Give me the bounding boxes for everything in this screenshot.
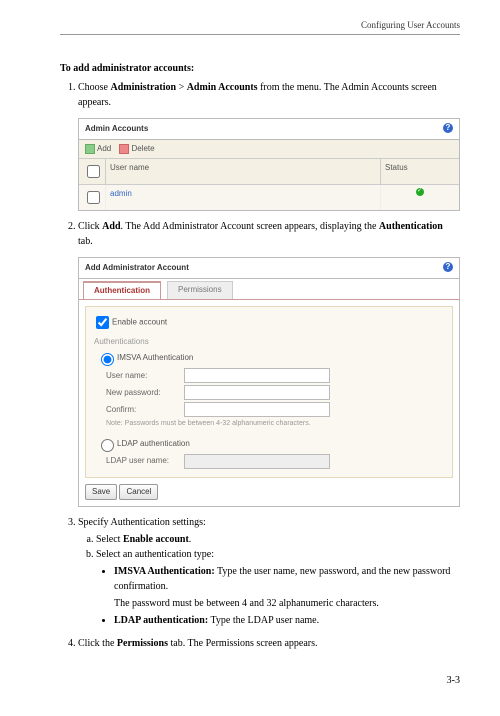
tabs: Authentication Permissions — [79, 281, 459, 300]
input-username[interactable] — [184, 368, 330, 383]
form-body: Enable account Authentications IMSVA Aut… — [85, 306, 453, 478]
screenshot-admin-accounts: Admin Accounts ? Add Delete User name St… — [78, 118, 460, 211]
table-row: admin — [79, 185, 459, 210]
step-3a-text-b: . — [189, 534, 192, 545]
plus-icon — [85, 144, 95, 154]
imsva-note: The password must be between 4 and 32 al… — [114, 596, 460, 611]
delete-button[interactable]: Delete — [119, 143, 154, 155]
screenshot-add-admin: Add Administrator Account ? Authenticati… — [78, 257, 460, 507]
page-header: Configuring User Accounts — [60, 20, 460, 35]
auth-header: Authentications — [94, 336, 446, 348]
step-2-text-a: Click — [78, 221, 102, 232]
row-checkbox[interactable] — [87, 191, 100, 204]
input-newpassword[interactable] — [184, 385, 330, 400]
delete-label: Delete — [131, 144, 154, 153]
radio-imsva[interactable] — [101, 353, 114, 366]
step-1: Choose Administration > Admin Accounts f… — [78, 80, 460, 211]
panel-title-2: Add Administrator Account ? — [79, 258, 459, 279]
step-4-bold: Permissions — [117, 638, 168, 649]
ldap-bold: LDAP authentication: — [114, 615, 208, 626]
label-confirm: Confirm: — [106, 404, 184, 416]
help-icon[interactable]: ? — [443, 123, 453, 133]
step-4: Click the Permissions tab. The Permissio… — [78, 636, 460, 651]
row-username[interactable]: admin — [106, 185, 381, 210]
button-bar: Save Cancel — [85, 484, 453, 500]
help-icon-2[interactable]: ? — [443, 262, 453, 272]
panel-title-2-text: Add Administrator Account — [85, 263, 189, 272]
label-username: User name: — [106, 370, 184, 382]
label-newpassword: New password: — [106, 387, 184, 399]
section-title: To add administrator accounts: — [60, 63, 460, 74]
radio-ldap[interactable] — [101, 439, 114, 452]
step-3b-imsva: IMSVA Authentication: Type the user name… — [114, 564, 460, 611]
radio-ldap-row: LDAP authentication — [96, 436, 446, 452]
imsva-bold: IMSVA Authentication: — [114, 566, 215, 577]
page-number: 3-3 — [60, 675, 460, 686]
enable-account-label: Enable account — [112, 318, 167, 327]
step-3b: Select an authentication type: IMSVA Aut… — [96, 547, 460, 628]
step-4-text-a: Click the — [78, 638, 117, 649]
step-3: Specify Authentication settings: Select … — [78, 515, 460, 628]
add-button[interactable]: Add — [85, 143, 111, 155]
select-all-checkbox[interactable] — [87, 165, 100, 178]
toolbar: Add Delete — [79, 140, 459, 159]
panel-title: Admin Accounts ? — [79, 119, 459, 140]
step-3a: Select Enable account. — [96, 532, 460, 547]
step-1-text-a: Choose — [78, 82, 111, 93]
radio-imsva-label: IMSVA Authentication — [117, 353, 193, 362]
step-3b-text: Select an authentication type: — [96, 549, 214, 560]
step-2: Click Add. The Add Administrator Account… — [78, 219, 460, 507]
step-3a-bold: Enable account — [123, 534, 189, 545]
enable-account-checkbox[interactable] — [96, 316, 109, 329]
col-username: User name — [106, 159, 381, 184]
step-2-text-c: tab. — [78, 236, 93, 247]
radio-ldap-label: LDAP authentication — [117, 439, 190, 448]
tab-authentication[interactable]: Authentication — [83, 281, 161, 299]
panel-title-text: Admin Accounts — [85, 124, 148, 133]
step-3-text: Specify Authentication settings: — [78, 517, 206, 528]
radio-imsva-row: IMSVA Authentication — [96, 350, 446, 366]
ldap-text: Type the LDAP user name. — [208, 615, 319, 626]
col-status: Status — [381, 159, 459, 184]
enable-row: Enable account — [92, 313, 446, 332]
step-2-add: Add — [102, 221, 120, 232]
step-2-auth: Authentication — [379, 221, 443, 232]
step-4-text-b: tab. The Permissions screen appears. — [168, 638, 318, 649]
status-ok-icon — [416, 188, 424, 196]
step-1-menu-accounts: Admin Accounts — [187, 82, 258, 93]
step-1-menu-admin: Administration — [111, 82, 177, 93]
cancel-button[interactable]: Cancel — [119, 484, 158, 500]
step-3a-text-a: Select — [96, 534, 123, 545]
label-ldap-user: LDAP user name: — [106, 455, 184, 467]
step-2-text-b: . The Add Administrator Account screen a… — [121, 221, 379, 232]
add-label: Add — [97, 144, 111, 153]
tab-permissions[interactable]: Permissions — [167, 281, 233, 299]
step-3b-ldap: LDAP authentication: Type the LDAP user … — [114, 613, 460, 628]
step-1-sep: > — [176, 82, 187, 93]
password-note: Note: Passwords must be between 4-32 alp… — [106, 419, 446, 430]
save-button[interactable]: Save — [85, 484, 117, 500]
delete-icon — [119, 144, 129, 154]
table-header: User name Status — [79, 159, 459, 185]
input-confirm[interactable] — [184, 402, 330, 417]
input-ldap-user — [184, 454, 330, 469]
